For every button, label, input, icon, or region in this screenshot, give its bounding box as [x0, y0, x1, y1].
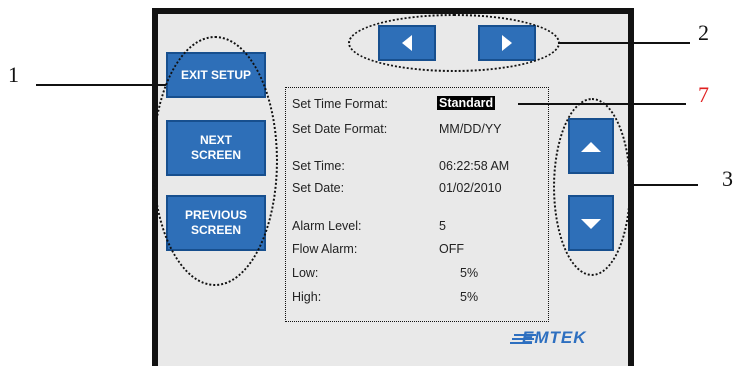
setting-value-low[interactable]: 5% [460, 266, 478, 280]
setting-value-date[interactable]: 01/02/2010 [439, 181, 502, 195]
setting-value-time-format[interactable]: Standard [437, 96, 496, 110]
callout-number-7: 7 [698, 82, 709, 107]
callout-line-3 [634, 184, 698, 186]
callout-ellipse-nav-arrows [348, 14, 560, 72]
callout-line-7 [518, 103, 686, 105]
setting-label-time-format: Set Time Format: [292, 97, 388, 111]
setting-label-date-format: Set Date Format: [292, 122, 388, 136]
callout-number-2: 2 [698, 20, 709, 45]
callout-number-1: 1 [8, 62, 19, 87]
setting-value-date-format[interactable]: MM/DD/YY [439, 122, 502, 136]
setting-value-alarm-level[interactable]: 5 [439, 219, 446, 233]
setting-label-low: Low: [292, 266, 319, 280]
setting-label-alarm-level: Alarm Level: [292, 219, 362, 233]
callout-ellipse-scroll-arrows [553, 98, 631, 276]
setting-label-time: Set Time: [292, 159, 345, 173]
callout-number-3: 3 [722, 166, 733, 191]
setting-value-time[interactable]: 06:22:58 AM [439, 159, 509, 173]
setting-value-flow-alarm[interactable]: OFF [439, 242, 464, 256]
callout-line-1 [36, 84, 166, 86]
callout-ellipse-setup-buttons [152, 36, 278, 286]
setting-label-flow-alarm: Flow Alarm: [292, 242, 358, 256]
callout-line-2 [558, 42, 690, 44]
setting-value-high[interactable]: 5% [460, 290, 478, 304]
setting-label-date: Set Date: [292, 181, 345, 195]
top-crop [300, 0, 450, 8]
emtek-logo: EMTEK [522, 328, 587, 347]
setting-label-high: High: [292, 290, 322, 304]
